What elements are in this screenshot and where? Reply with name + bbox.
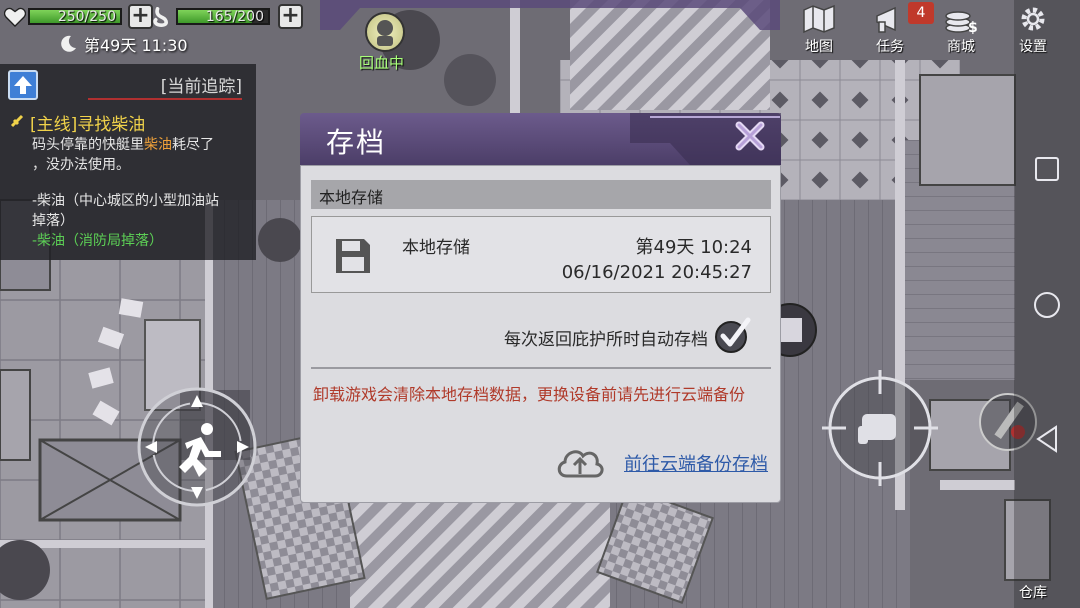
menu-settings-label: 设置	[1019, 39, 1047, 55]
gear-icon	[1021, 7, 1045, 31]
save-slot-game-time: 第49天 10:24	[635, 237, 753, 258]
health-row: 250/250 +	[4, 4, 153, 29]
tasks-count-badge: 4	[908, 2, 934, 24]
quest-objective-2: -柴油（消防局掉落）	[32, 233, 164, 249]
hunger-bar: 165/200	[176, 8, 270, 25]
stomach-icon	[153, 6, 168, 27]
attack-crosshair-button[interactable]	[822, 370, 938, 486]
quest-tracking-header: [当前追踪]	[160, 77, 242, 97]
local-save-slot[interactable]: 本地存储 第49天 10:24 06/16/2021 20:45:27	[311, 216, 771, 293]
arrow-up-icon	[14, 76, 32, 94]
save-dialog: 存档 本地存储 本地存储 第49天 10:24 06/16/2021 20:45…	[300, 113, 781, 503]
health-bar: 250/250	[28, 8, 122, 25]
quest-objective-1: -柴油（中心城区的小型加油站	[32, 193, 220, 209]
health-text: 250/250	[57, 9, 116, 25]
movement-joystick[interactable]	[135, 385, 259, 509]
cloud-backup-link[interactable]: 前往云端备份存档	[624, 450, 768, 476]
add-health-button[interactable]: +	[128, 4, 153, 29]
hunger-row: 165/200 +	[152, 4, 303, 29]
heart-icon	[4, 7, 26, 27]
status-label: 回血中	[359, 54, 405, 72]
quest-objective-1-cont: 掉落）	[32, 213, 74, 229]
nav-square-button[interactable]	[1034, 156, 1060, 182]
close-icon[interactable]	[733, 119, 767, 153]
quest-desc-line2: ，没办法使用。	[32, 157, 130, 173]
menu-settings-button[interactable]: 设置	[1005, 4, 1061, 56]
autosave-checkbox[interactable]	[714, 316, 752, 354]
save-slot-real-date: 06/16/2021 20:45:27	[561, 262, 752, 283]
quest-title[interactable]: [主线]寻找柴油	[30, 110, 145, 135]
uninstall-warning-text: 卸载游戏会清除本地存档数据，更换设备前请先进行云端备份	[313, 385, 746, 404]
hunger-text: 165/200	[205, 9, 264, 25]
map-icon	[803, 4, 835, 34]
floppy-disk-icon	[336, 239, 370, 273]
collapse-quest-button[interactable]	[8, 70, 38, 100]
menu-shop-label: 商城	[947, 39, 975, 55]
quest-tracker-panel: [当前追踪] [主线]寻找柴油 码头停靠的快艇里柴油耗尽了 ，没办法使用。 -柴…	[0, 64, 256, 260]
dialog-title: 存档	[326, 126, 387, 159]
quest-desc-line1: 码头停靠的快艇里柴油耗尽了	[32, 137, 214, 153]
svg-text:$: $	[968, 20, 978, 34]
quest-header-underline	[88, 98, 242, 100]
save-slot-name: 本地存储	[402, 238, 470, 258]
local-storage-section: 本地存储	[311, 180, 771, 209]
menu-storage-label: 仓库	[1019, 585, 1047, 601]
time-row: 第49天 11:30	[58, 32, 188, 56]
nav-back-button[interactable]	[1034, 424, 1060, 454]
menu-tasks-label: 任务	[876, 39, 904, 55]
cloud-upload-icon[interactable]	[555, 444, 605, 480]
dialog-divider	[311, 367, 771, 369]
megaphone-icon	[876, 6, 896, 33]
dialog-body: 本地存储 本地存储 第49天 10:24 06/16/2021 20:45:27…	[300, 165, 781, 503]
menu-shop-button[interactable]: $ 商城	[933, 4, 989, 56]
day-time-text: 第49天 11:30	[84, 36, 188, 55]
moon-icon	[61, 35, 76, 52]
add-hunger-button[interactable]: +	[278, 4, 303, 29]
coins-icon: $	[945, 11, 978, 34]
nav-home-button[interactable]	[1032, 290, 1062, 320]
quest-marker-icon	[10, 114, 24, 128]
recovering-status-icon	[365, 12, 405, 52]
menu-map-button[interactable]: 地图	[791, 4, 847, 56]
autosave-label: 每次返回庇护所时自动存档	[504, 330, 708, 350]
section-label: 本地存储	[319, 188, 384, 207]
fist-icon	[858, 414, 896, 444]
dialog-header: 存档	[300, 113, 781, 165]
menu-map-label: 地图	[805, 39, 833, 55]
menu-storage-button[interactable]: 仓库	[1005, 580, 1061, 602]
